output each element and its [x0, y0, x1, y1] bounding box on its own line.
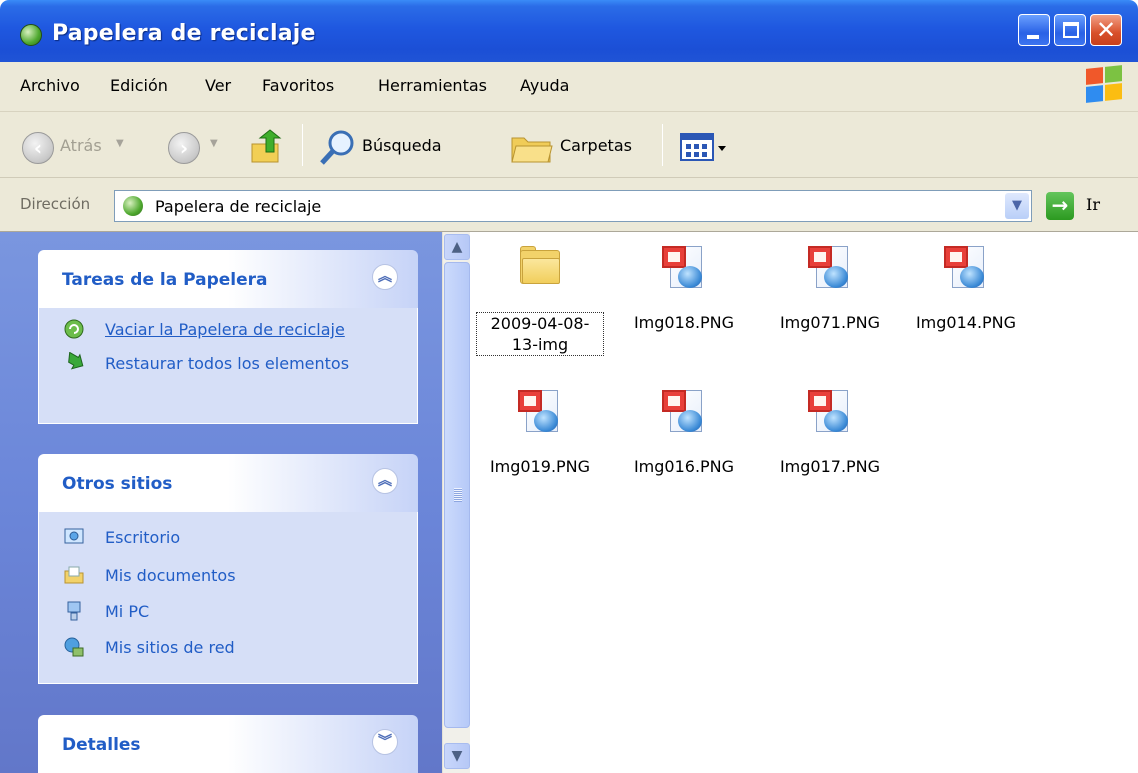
details-header[interactable]: Detalles ︾ [38, 715, 418, 773]
search-label[interactable]: Búsqueda [362, 136, 442, 155]
file-name: Img017.PNG [779, 457, 881, 476]
network-places-icon [64, 637, 84, 657]
maximize-button[interactable] [1054, 14, 1086, 46]
title-bar[interactable]: Papelera de reciclaje ✕ [0, 0, 1138, 62]
address-dropdown-icon[interactable]: ▼ [1005, 193, 1029, 219]
file-view[interactable]: 2009-04-08-13-img Img018.PNG Img071.PNG … [470, 232, 1138, 773]
folders-icon [511, 137, 553, 163]
menu-herramientas[interactable]: Herramientas [378, 76, 487, 95]
maximize-icon [1063, 22, 1079, 38]
empty-recycle-bin-icon [64, 319, 84, 339]
my-documents-label: Mis documentos [105, 566, 236, 585]
scroll-thumb[interactable] [444, 262, 470, 728]
file-name: Img018.PNG [633, 313, 735, 332]
up-folder-icon [251, 129, 282, 163]
scroll-down-icon[interactable]: ▼ [444, 743, 470, 769]
my-computer-icon [67, 601, 81, 621]
file-item[interactable]: Img071.PNG [760, 244, 900, 333]
recycle-bin-icon [123, 196, 143, 216]
menu-favoritos[interactable]: Favoritos [262, 76, 334, 95]
desktop-icon [64, 528, 84, 544]
restore-all-label: Restaurar todos los elementos [105, 354, 350, 373]
other-places-header[interactable]: Otros sitios ︽ [38, 454, 418, 512]
file-item[interactable]: Img017.PNG [760, 388, 900, 477]
details-title: Detalles [62, 735, 141, 755]
windows-logo-icon [1084, 65, 1124, 104]
file-item[interactable]: Img014.PNG [896, 244, 1036, 333]
empty-recycle-bin-label: Vaciar la Papelera de reciclaje [105, 320, 345, 339]
my-documents-icon [64, 566, 84, 584]
menu-edicion[interactable]: Edición [110, 76, 168, 95]
minimize-icon [1027, 35, 1039, 39]
minimize-button[interactable] [1018, 14, 1050, 46]
go-button-label[interactable]: Ir [1086, 195, 1100, 214]
other-places-body: Escritorio Mis documentos Mi PC Mis siti… [38, 512, 418, 684]
up-folder-button[interactable] [248, 128, 286, 166]
back-dropdown-icon[interactable]: ▼ [116, 138, 124, 149]
folder-icon [516, 244, 564, 292]
other-places-panel: Otros sitios ︽ Escritorio Mis documentos [38, 454, 418, 684]
menu-ver[interactable]: Ver [205, 76, 231, 95]
png-file-icon [660, 244, 708, 292]
search-button[interactable] [318, 128, 358, 168]
file-item[interactable]: 2009-04-08-13-img [470, 244, 610, 356]
png-file-icon [806, 388, 854, 436]
address-input[interactable]: Papelera de reciclaje ▼ [114, 190, 1032, 222]
restore-icon [68, 352, 84, 370]
address-label: Dirección [20, 195, 91, 213]
file-name: 2009-04-08-13-img [476, 312, 604, 356]
window-title: Papelera de reciclaje [52, 21, 316, 46]
forward-dropdown-icon[interactable]: ▼ [210, 138, 218, 149]
file-item[interactable]: Img019.PNG [470, 388, 610, 477]
other-places-title: Otros sitios [62, 474, 173, 494]
views-icon [680, 133, 726, 161]
toolbar: ‹ Atrás ▼ › ▼ Búsqueda Carpetas [0, 112, 1138, 178]
collapse-icon[interactable]: ︽ [372, 468, 398, 494]
close-button[interactable]: ✕ [1090, 14, 1122, 46]
close-icon: ✕ [1095, 16, 1117, 44]
recycle-tasks-body: Vaciar la Papelera de reciclaje Restaura… [38, 308, 418, 424]
grip-icon [454, 488, 462, 502]
menu-archivo[interactable]: Archivo [20, 76, 80, 95]
png-file-icon [806, 244, 854, 292]
vertical-scrollbar[interactable]: ▲ ▼ [442, 232, 470, 773]
file-name: Img016.PNG [633, 457, 735, 476]
recycle-tasks-panel: Tareas de la Papelera ︽ Vaciar la Papele… [38, 250, 418, 424]
details-panel: Detalles ︾ [38, 715, 418, 773]
png-file-icon [516, 388, 564, 436]
menu-ayuda[interactable]: Ayuda [520, 76, 569, 95]
go-arrow-icon[interactable]: → [1046, 192, 1074, 220]
search-icon [320, 130, 354, 165]
forward-arrow-icon: › [179, 136, 189, 160]
network-places-label: Mis sitios de red [105, 638, 235, 657]
file-name: Img014.PNG [915, 313, 1017, 332]
back-button[interactable]: ‹ [22, 132, 54, 164]
task-pane: Tareas de la Papelera ︽ Vaciar la Papele… [0, 232, 442, 773]
forward-button[interactable]: › [168, 132, 200, 164]
recycle-bin-icon [20, 24, 42, 46]
back-arrow-icon: ‹ [33, 136, 43, 160]
file-item[interactable]: Img016.PNG [614, 388, 754, 477]
file-name: Img019.PNG [489, 457, 591, 476]
recycle-tasks-header[interactable]: Tareas de la Papelera ︽ [38, 250, 418, 308]
png-file-icon [942, 244, 990, 292]
expand-icon[interactable]: ︾ [372, 729, 398, 755]
views-button[interactable] [680, 132, 728, 164]
menu-bar: Archivo Edición Ver Favoritos Herramient… [0, 62, 1138, 112]
address-value: Papelera de reciclaje [155, 197, 322, 216]
png-file-icon [660, 388, 708, 436]
back-label: Atrás [60, 136, 102, 155]
my-computer-label: Mi PC [105, 602, 150, 621]
folders-button[interactable] [510, 128, 554, 168]
scroll-up-icon[interactable]: ▲ [444, 234, 470, 260]
recycle-tasks-title: Tareas de la Papelera [62, 270, 268, 290]
folders-label[interactable]: Carpetas [560, 136, 632, 155]
file-name: Img071.PNG [779, 313, 881, 332]
collapse-icon[interactable]: ︽ [372, 264, 398, 290]
address-bar: Dirección Papelera de reciclaje ▼ → Ir [0, 178, 1138, 232]
desktop-label: Escritorio [105, 528, 181, 547]
file-item[interactable]: Img018.PNG [614, 244, 754, 333]
